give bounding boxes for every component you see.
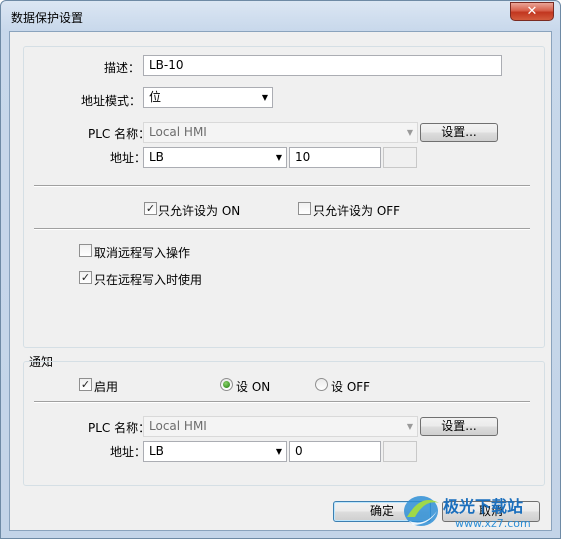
checkmark-icon: ✓ [80,271,91,284]
set-on-label: 设 ON [236,380,271,394]
chevron-down-icon: ▼ [275,153,282,162]
address-extra-box [383,147,417,168]
cancel-remote-write-checkbox[interactable] [79,244,92,257]
set-off-label: 设 OFF [331,380,371,394]
description-field[interactable]: LB-10 [143,55,502,76]
set-on-radio[interactable] [220,378,233,391]
chevron-down-icon: ▼ [406,128,413,137]
allow-on-label: 只允许设为 ON [158,204,241,218]
allow-on-checkbox[interactable]: ✓ [144,202,157,215]
chevron-down-icon: ▼ [261,93,268,102]
address-mode-value: 位 [149,90,162,104]
notify-enable-label: 启用 [94,380,119,394]
watermark-title: 极光下载站 [443,497,524,516]
address-value-field[interactable]: 10 [289,147,381,168]
dialog-client: 描述： LB-10 地址模式： 位 ▼ PLC 名称： Local HMI ▼ … [9,31,552,531]
address-type-value: LB [149,150,164,164]
address-mode-select[interactable]: 位 ▼ [143,87,273,108]
watermark-logo: 极光下载站 www.xz7.com [399,487,559,537]
close-button[interactable]: ✕ [510,2,554,21]
window-title: 数据保护设置 [11,11,84,25]
chevron-down-icon: ▼ [275,447,282,456]
notify-enable-checkbox[interactable]: ✓ [79,378,92,391]
description-label: 描述： [104,61,141,75]
set-off-radio[interactable] [315,378,328,391]
notify-plc-name-value: Local HMI [149,419,207,433]
notify-address-label: 地址： [110,445,147,459]
plc-settings-button[interactable]: 设置... [420,123,498,142]
chevron-down-icon: ▼ [406,422,413,431]
separator [34,185,530,187]
plc-name-value: Local HMI [149,125,207,139]
radio-selected-indicator [223,381,230,388]
plc-name-label: PLC 名称： [88,127,151,141]
separator [34,401,530,403]
allow-off-checkbox[interactable] [298,202,311,215]
notify-plc-name-select[interactable]: Local HMI ▼ [143,416,418,437]
remote-write-only-label: 只在远程写入时使用 [94,273,203,287]
watermark-url: www.xz7.com [455,517,531,530]
notify-address-extra-box [383,441,417,462]
close-icon: ✕ [526,4,538,19]
notify-plc-settings-button[interactable]: 设置... [420,417,498,436]
cancel-remote-write-label: 取消远程写入操作 [94,246,191,260]
separator [34,228,530,230]
remote-write-only-checkbox[interactable]: ✓ [79,271,92,284]
notify-plc-name-label: PLC 名称： [88,421,151,435]
plc-name-select[interactable]: Local HMI ▼ [143,122,418,143]
address-mode-label: 地址模式： [81,94,142,108]
allow-off-label: 只允许设为 OFF [313,204,401,218]
notify-address-value-field[interactable]: 0 [289,441,381,462]
notify-address-type-value: LB [149,444,164,458]
title-bar[interactable]: 数据保护设置 ✕ [1,1,560,31]
checkmark-icon: ✓ [145,202,156,215]
address-label: 地址： [110,151,147,165]
checkmark-icon: ✓ [80,378,91,391]
dialog-window: 数据保护设置 ✕ 描述： LB-10 地址模式： 位 ▼ PLC 名称： Loc… [0,0,561,539]
notify-address-type-select[interactable]: LB ▼ [143,441,287,462]
address-type-select[interactable]: LB ▼ [143,147,287,168]
